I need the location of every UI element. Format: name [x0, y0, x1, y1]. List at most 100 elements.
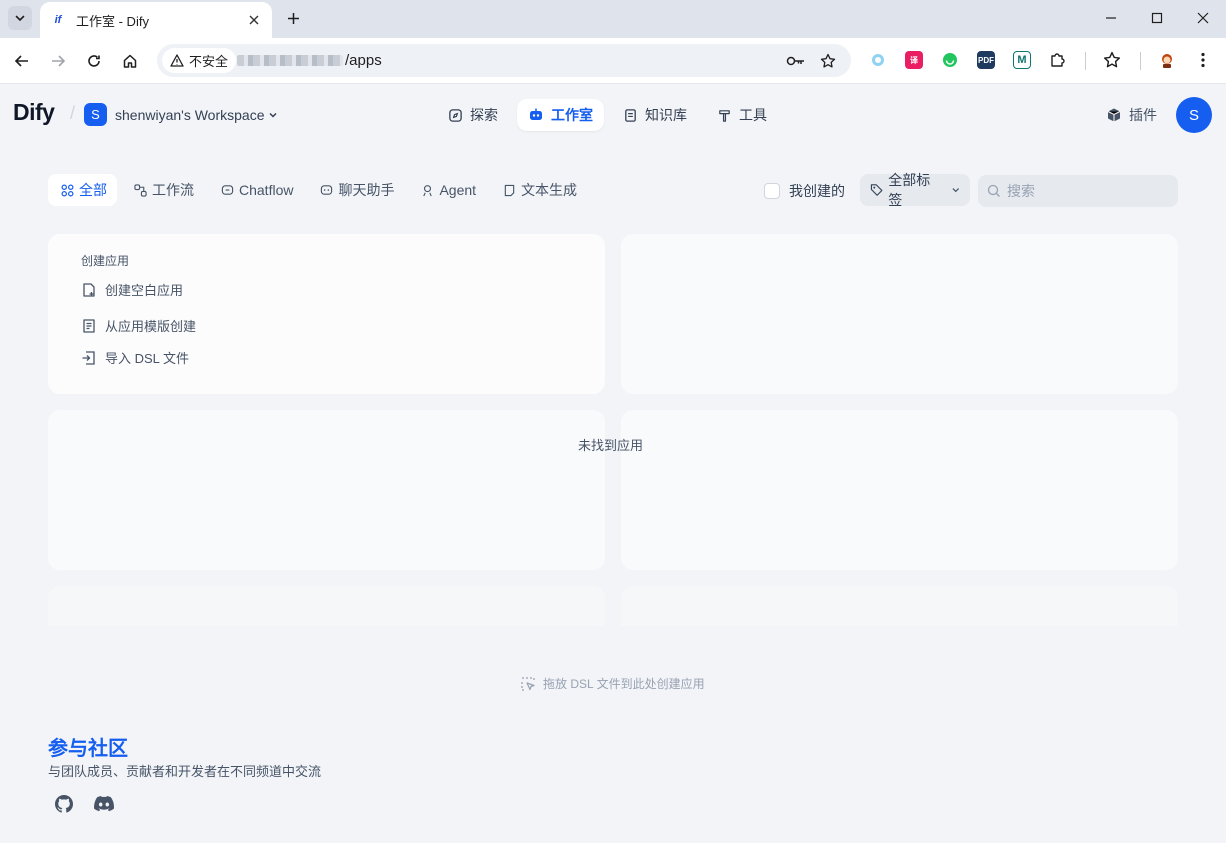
browser-toolbar: 不安全 /apps 译 PDF M: [0, 38, 1226, 84]
bookmarks-button[interactable]: [1103, 51, 1121, 69]
nav-label: 知识库: [645, 107, 687, 123]
created-by-me-label: 我创建的: [789, 183, 845, 199]
new-tab-button[interactable]: [282, 7, 304, 29]
search-input[interactable]: [1007, 183, 1167, 199]
search-icon: [987, 184, 1000, 197]
tab-label: 文本生成: [521, 182, 578, 198]
file-import-icon: [82, 350, 95, 365]
warning-icon: [170, 54, 184, 67]
tab-search-button[interactable]: [8, 6, 32, 30]
tag-filter-dropdown[interactable]: 全部标签: [860, 172, 970, 208]
close-tab-button[interactable]: [246, 12, 262, 28]
maximize-button[interactable]: [1143, 6, 1171, 30]
tab-label: 全部: [79, 182, 107, 198]
arrow-right-icon: [52, 55, 66, 67]
m-extension-icon[interactable]: M: [1013, 51, 1031, 69]
pdf-extension-icon[interactable]: PDF: [977, 51, 995, 69]
placeholder-card: [48, 586, 605, 626]
chevron-down-icon: [269, 112, 278, 118]
workspace-name: shenwiyan's Workspace: [115, 106, 265, 123]
security-indicator[interactable]: 不安全: [162, 48, 237, 73]
extension-circle-icon[interactable]: [869, 51, 887, 69]
chatflow-icon: [221, 184, 234, 195]
arrow-left-icon: [14, 55, 28, 67]
create-from-template-label: 从应用模版创建: [105, 319, 197, 334]
import-dsl-label: 导入 DSL 文件: [105, 351, 190, 366]
file-plus-icon: [83, 282, 95, 297]
nav-tools[interactable]: 工具: [706, 99, 778, 131]
ring-icon: [872, 54, 884, 66]
profile-character-icon: [1162, 54, 1172, 68]
close-window-button[interactable]: [1189, 6, 1217, 30]
workspace-avatar: S: [84, 103, 107, 126]
dsl-drop-hint: 拖放 DSL 文件到此处创建应用: [520, 675, 705, 692]
plugins-button[interactable]: 插件: [1106, 105, 1157, 125]
reload-icon: [88, 55, 100, 67]
dify-logo[interactable]: Dify: [13, 99, 55, 126]
profile-avatar-button[interactable]: [1158, 51, 1176, 69]
discord-link[interactable]: [94, 794, 114, 814]
tag-filter-label: 全部标签: [888, 172, 931, 208]
toolbar-separator: [1140, 52, 1141, 70]
url-host-redacted: [237, 55, 343, 66]
minimize-button[interactable]: [1097, 6, 1125, 30]
tab-title: 工作室 - Dify: [76, 13, 149, 29]
robot-icon: [530, 108, 542, 120]
star-list-icon: [1103, 51, 1121, 68]
browser-menu-button[interactable]: [1194, 51, 1212, 69]
empty-state-message: 未找到应用: [578, 438, 644, 453]
create-app-card: 创建应用 创建空白应用 从应用模版创建 导入 DSL 文件: [48, 234, 605, 394]
kebab-menu-icon: [1201, 52, 1205, 68]
text-gen-icon: [504, 184, 515, 196]
tab-chat-assistant[interactable]: 聊天助手: [307, 174, 404, 206]
search-box[interactable]: [978, 175, 1178, 207]
translate-extension-icon[interactable]: 译: [905, 51, 923, 69]
github-link[interactable]: [54, 794, 74, 814]
hammer-icon: [719, 109, 730, 122]
nav-studio[interactable]: 工作室: [517, 99, 604, 131]
tab-all[interactable]: 全部: [48, 174, 117, 206]
file-template-icon: [83, 318, 95, 333]
user-avatar[interactable]: S: [1176, 97, 1212, 133]
nav-explore[interactable]: 探索: [437, 99, 509, 131]
created-by-me-filter[interactable]: 我创建的: [764, 181, 845, 201]
extensions-puzzle-button[interactable]: [1049, 51, 1067, 69]
main-nav: 探索 工作室 知识库 工具: [437, 99, 778, 131]
toolbar-separator: [1085, 52, 1086, 70]
tab-agent[interactable]: Agent: [408, 174, 486, 206]
tag-icon: [870, 184, 883, 196]
back-button[interactable]: [10, 49, 34, 73]
workspace-switcher[interactable]: S shenwiyan's Workspace: [84, 103, 278, 126]
tab-label: Chatflow: [239, 182, 294, 198]
password-key-button[interactable]: [784, 49, 808, 73]
plugins-label: 插件: [1129, 107, 1157, 123]
address-bar[interactable]: 不安全 /apps: [157, 44, 851, 77]
bookmark-star-button[interactable]: [816, 49, 840, 73]
cube-icon: [1107, 108, 1121, 122]
create-app-title: 创建应用: [81, 254, 130, 268]
created-by-me-checkbox[interactable]: [764, 183, 780, 199]
create-from-template-button[interactable]: 从应用模版创建: [81, 316, 196, 335]
import-dsl-button[interactable]: 导入 DSL 文件: [81, 348, 189, 367]
placeholder-card: [621, 234, 1178, 394]
dify-favicon-icon: if: [54, 14, 62, 26]
chevron-down-icon: [951, 188, 959, 193]
agent-icon: [423, 184, 433, 196]
browser-tab[interactable]: if 工作室 - Dify: [40, 2, 272, 38]
tab-workflow[interactable]: 工作流: [121, 174, 204, 206]
placeholder-card: [621, 410, 1178, 570]
nav-label: 工具: [739, 107, 767, 123]
home-button[interactable]: [118, 49, 142, 73]
extension-smile-icon[interactable]: [941, 51, 959, 69]
nav-label: 探索: [470, 107, 498, 123]
create-blank-app-button[interactable]: 创建空白应用: [81, 280, 183, 299]
grid-icon: [61, 184, 74, 196]
tab-chatflow[interactable]: Chatflow: [208, 174, 303, 206]
forward-button[interactable]: [46, 49, 70, 73]
nav-knowledge[interactable]: 知识库: [612, 99, 698, 131]
reload-button[interactable]: [82, 49, 106, 73]
tab-text-generation[interactable]: 文本生成: [490, 174, 587, 206]
discord-icon: [94, 796, 114, 812]
home-icon: [123, 54, 137, 68]
puzzle-icon: [1051, 53, 1065, 67]
